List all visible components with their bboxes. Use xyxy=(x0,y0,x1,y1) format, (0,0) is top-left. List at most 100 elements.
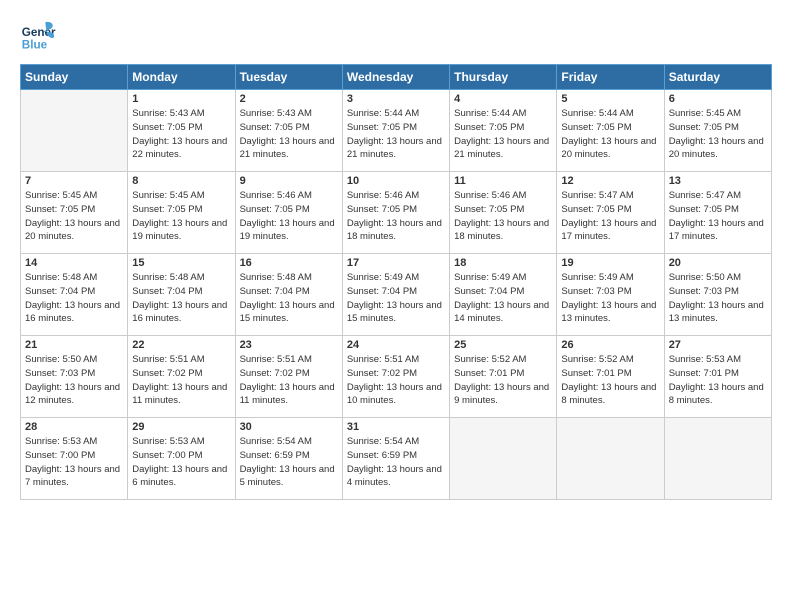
calendar-cell: 10 Sunrise: 5:46 AM Sunset: 7:05 PM Dayl… xyxy=(342,172,449,254)
calendar-header-row: SundayMondayTuesdayWednesdayThursdayFrid… xyxy=(21,65,772,90)
calendar: SundayMondayTuesdayWednesdayThursdayFrid… xyxy=(20,64,772,500)
sunrise-label: Sunrise: 5:47 AM xyxy=(561,190,633,201)
cell-content: Sunrise: 5:43 AM Sunset: 7:05 PM Dayligh… xyxy=(240,107,338,162)
cell-content: Sunrise: 5:53 AM Sunset: 7:00 PM Dayligh… xyxy=(132,435,230,490)
sunrise-label: Sunrise: 5:50 AM xyxy=(25,354,97,365)
cell-content: Sunrise: 5:48 AM Sunset: 7:04 PM Dayligh… xyxy=(132,271,230,326)
cell-content: Sunrise: 5:47 AM Sunset: 7:05 PM Dayligh… xyxy=(561,189,659,244)
day-number: 23 xyxy=(240,339,338,351)
day-header-sunday: Sunday xyxy=(21,65,128,90)
day-number: 25 xyxy=(454,339,552,351)
day-number: 24 xyxy=(347,339,445,351)
daylight-label: Daylight: 13 hours and 19 minutes. xyxy=(240,218,335,243)
daylight-label: Daylight: 13 hours and 20 minutes. xyxy=(25,218,120,243)
day-number: 22 xyxy=(132,339,230,351)
cell-content: Sunrise: 5:52 AM Sunset: 7:01 PM Dayligh… xyxy=(561,353,659,408)
day-number: 20 xyxy=(669,257,767,269)
cell-content: Sunrise: 5:44 AM Sunset: 7:05 PM Dayligh… xyxy=(561,107,659,162)
daylight-label: Daylight: 13 hours and 16 minutes. xyxy=(25,300,120,325)
sunset-label: Sunset: 7:01 PM xyxy=(561,368,631,379)
sunrise-label: Sunrise: 5:51 AM xyxy=(240,354,312,365)
daylight-label: Daylight: 13 hours and 10 minutes. xyxy=(347,382,442,407)
calendar-cell: 15 Sunrise: 5:48 AM Sunset: 7:04 PM Dayl… xyxy=(128,254,235,336)
daylight-label: Daylight: 13 hours and 18 minutes. xyxy=(454,218,549,243)
sunrise-label: Sunrise: 5:45 AM xyxy=(669,108,741,119)
cell-content: Sunrise: 5:49 AM Sunset: 7:04 PM Dayligh… xyxy=(347,271,445,326)
week-row-5: 28 Sunrise: 5:53 AM Sunset: 7:00 PM Dayl… xyxy=(21,418,772,500)
daylight-label: Daylight: 13 hours and 17 minutes. xyxy=(561,218,656,243)
day-number: 4 xyxy=(454,93,552,105)
cell-content: Sunrise: 5:44 AM Sunset: 7:05 PM Dayligh… xyxy=(347,107,445,162)
day-number: 9 xyxy=(240,175,338,187)
sunset-label: Sunset: 7:02 PM xyxy=(132,368,202,379)
sunset-label: Sunset: 7:05 PM xyxy=(240,122,310,133)
day-number: 31 xyxy=(347,421,445,433)
daylight-label: Daylight: 13 hours and 13 minutes. xyxy=(669,300,764,325)
calendar-cell: 14 Sunrise: 5:48 AM Sunset: 7:04 PM Dayl… xyxy=(21,254,128,336)
sunset-label: Sunset: 7:05 PM xyxy=(669,122,739,133)
sunset-label: Sunset: 7:05 PM xyxy=(669,204,739,215)
calendar-cell: 11 Sunrise: 5:46 AM Sunset: 7:05 PM Dayl… xyxy=(450,172,557,254)
sunset-label: Sunset: 7:04 PM xyxy=(347,286,417,297)
day-number: 2 xyxy=(240,93,338,105)
daylight-label: Daylight: 13 hours and 4 minutes. xyxy=(347,464,442,489)
daylight-label: Daylight: 13 hours and 20 minutes. xyxy=(669,136,764,161)
cell-content: Sunrise: 5:54 AM Sunset: 6:59 PM Dayligh… xyxy=(240,435,338,490)
sunrise-label: Sunrise: 5:48 AM xyxy=(240,272,312,283)
daylight-label: Daylight: 13 hours and 20 minutes. xyxy=(561,136,656,161)
daylight-label: Daylight: 13 hours and 8 minutes. xyxy=(561,382,656,407)
day-number: 3 xyxy=(347,93,445,105)
cell-content: Sunrise: 5:46 AM Sunset: 7:05 PM Dayligh… xyxy=(454,189,552,244)
daylight-label: Daylight: 13 hours and 15 minutes. xyxy=(347,300,442,325)
sunrise-label: Sunrise: 5:52 AM xyxy=(561,354,633,365)
cell-content: Sunrise: 5:53 AM Sunset: 7:01 PM Dayligh… xyxy=(669,353,767,408)
calendar-cell xyxy=(450,418,557,500)
calendar-cell xyxy=(21,90,128,172)
sunset-label: Sunset: 6:59 PM xyxy=(347,450,417,461)
sunset-label: Sunset: 7:05 PM xyxy=(454,122,524,133)
sunrise-label: Sunrise: 5:44 AM xyxy=(347,108,419,119)
sunset-label: Sunset: 7:03 PM xyxy=(669,286,739,297)
calendar-cell: 30 Sunrise: 5:54 AM Sunset: 6:59 PM Dayl… xyxy=(235,418,342,500)
sunset-label: Sunset: 7:05 PM xyxy=(347,122,417,133)
daylight-label: Daylight: 13 hours and 14 minutes. xyxy=(454,300,549,325)
day-header-thursday: Thursday xyxy=(450,65,557,90)
calendar-cell: 27 Sunrise: 5:53 AM Sunset: 7:01 PM Dayl… xyxy=(664,336,771,418)
day-number: 10 xyxy=(347,175,445,187)
sunset-label: Sunset: 6:59 PM xyxy=(240,450,310,461)
calendar-cell: 31 Sunrise: 5:54 AM Sunset: 6:59 PM Dayl… xyxy=(342,418,449,500)
sunset-label: Sunset: 7:04 PM xyxy=(132,286,202,297)
sunrise-label: Sunrise: 5:54 AM xyxy=(347,436,419,447)
calendar-cell: 24 Sunrise: 5:51 AM Sunset: 7:02 PM Dayl… xyxy=(342,336,449,418)
daylight-label: Daylight: 13 hours and 15 minutes. xyxy=(240,300,335,325)
calendar-cell: 8 Sunrise: 5:45 AM Sunset: 7:05 PM Dayli… xyxy=(128,172,235,254)
sunset-label: Sunset: 7:05 PM xyxy=(132,204,202,215)
cell-content: Sunrise: 5:50 AM Sunset: 7:03 PM Dayligh… xyxy=(25,353,123,408)
sunrise-label: Sunrise: 5:45 AM xyxy=(132,190,204,201)
calendar-cell: 12 Sunrise: 5:47 AM Sunset: 7:05 PM Dayl… xyxy=(557,172,664,254)
calendar-cell: 29 Sunrise: 5:53 AM Sunset: 7:00 PM Dayl… xyxy=(128,418,235,500)
day-number: 21 xyxy=(25,339,123,351)
cell-content: Sunrise: 5:48 AM Sunset: 7:04 PM Dayligh… xyxy=(240,271,338,326)
calendar-cell: 20 Sunrise: 5:50 AM Sunset: 7:03 PM Dayl… xyxy=(664,254,771,336)
sunset-label: Sunset: 7:05 PM xyxy=(132,122,202,133)
calendar-cell xyxy=(557,418,664,500)
cell-content: Sunrise: 5:45 AM Sunset: 7:05 PM Dayligh… xyxy=(132,189,230,244)
day-number: 11 xyxy=(454,175,552,187)
sunset-label: Sunset: 7:05 PM xyxy=(561,204,631,215)
calendar-cell: 22 Sunrise: 5:51 AM Sunset: 7:02 PM Dayl… xyxy=(128,336,235,418)
day-number: 15 xyxy=(132,257,230,269)
daylight-label: Daylight: 13 hours and 7 minutes. xyxy=(25,464,120,489)
day-number: 14 xyxy=(25,257,123,269)
day-number: 5 xyxy=(561,93,659,105)
cell-content: Sunrise: 5:48 AM Sunset: 7:04 PM Dayligh… xyxy=(25,271,123,326)
week-row-1: 1 Sunrise: 5:43 AM Sunset: 7:05 PM Dayli… xyxy=(21,90,772,172)
logo: General Blue xyxy=(20,18,60,54)
cell-content: Sunrise: 5:45 AM Sunset: 7:05 PM Dayligh… xyxy=(25,189,123,244)
calendar-cell: 4 Sunrise: 5:44 AM Sunset: 7:05 PM Dayli… xyxy=(450,90,557,172)
daylight-label: Daylight: 13 hours and 12 minutes. xyxy=(25,382,120,407)
daylight-label: Daylight: 13 hours and 22 minutes. xyxy=(132,136,227,161)
sunrise-label: Sunrise: 5:44 AM xyxy=(454,108,526,119)
sunrise-label: Sunrise: 5:49 AM xyxy=(454,272,526,283)
sunset-label: Sunset: 7:01 PM xyxy=(669,368,739,379)
